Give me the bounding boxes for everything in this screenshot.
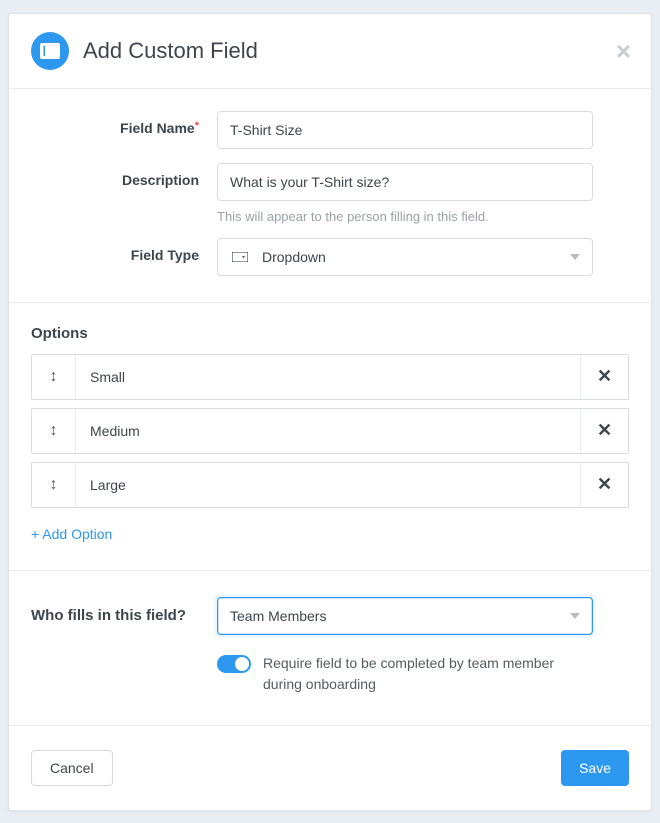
description-helper: This will appear to the person filling i… bbox=[217, 209, 593, 224]
modal-title: Add Custom Field bbox=[83, 38, 616, 64]
options-section: Options ↕ Small ✕ ↕ Medium ✕ ↕ Large ✕ +… bbox=[9, 303, 651, 571]
who-fills-value: Team Members bbox=[230, 608, 570, 624]
chevron-down-icon bbox=[570, 613, 580, 619]
who-fills-label: Who fills in this field? bbox=[31, 597, 217, 695]
modal-footer: Cancel Save bbox=[9, 726, 651, 810]
drag-handle-icon[interactable]: ↕ bbox=[32, 409, 76, 453]
options-heading: Options bbox=[31, 325, 629, 342]
add-option-link[interactable]: + Add Option bbox=[31, 526, 112, 542]
who-fills-select[interactable]: Team Members bbox=[217, 597, 593, 635]
option-row: ↕ Small ✕ bbox=[31, 354, 629, 400]
dropdown-type-icon bbox=[230, 252, 250, 262]
toggle-knob bbox=[235, 657, 249, 671]
option-row: ↕ Large ✕ bbox=[31, 462, 629, 508]
field-type-select[interactable]: Dropdown bbox=[217, 238, 593, 276]
option-text[interactable]: Large bbox=[76, 463, 580, 507]
delete-option-icon[interactable]: ✕ bbox=[580, 409, 628, 453]
field-type-value: Dropdown bbox=[262, 249, 570, 265]
require-toggle[interactable] bbox=[217, 655, 251, 673]
option-row: ↕ Medium ✕ bbox=[31, 408, 629, 454]
description-input[interactable] bbox=[217, 163, 593, 201]
field-name-input[interactable] bbox=[217, 111, 593, 149]
field-type-row: Field Type Dropdown bbox=[31, 238, 629, 276]
option-text[interactable]: Small bbox=[76, 355, 580, 399]
add-custom-field-modal: Add Custom Field × Field Name* Descripti… bbox=[8, 13, 652, 811]
require-toggle-row: Require field to be completed by team me… bbox=[217, 653, 593, 695]
require-toggle-label: Require field to be completed by team me… bbox=[263, 653, 593, 695]
option-text[interactable]: Medium bbox=[76, 409, 580, 453]
drag-handle-icon[interactable]: ↕ bbox=[32, 355, 76, 399]
field-icon bbox=[31, 32, 69, 70]
field-name-row: Field Name* bbox=[31, 111, 629, 149]
description-label: Description bbox=[31, 163, 217, 224]
who-fills-section: Who fills in this field? Team Members Re… bbox=[9, 571, 651, 726]
form-section: Field Name* Description This will appear… bbox=[9, 89, 651, 303]
field-type-label: Field Type bbox=[31, 238, 217, 276]
description-row: Description This will appear to the pers… bbox=[31, 163, 629, 224]
field-name-label: Field Name* bbox=[31, 111, 217, 149]
delete-option-icon[interactable]: ✕ bbox=[580, 463, 628, 507]
close-icon[interactable]: × bbox=[616, 38, 631, 64]
cancel-button[interactable]: Cancel bbox=[31, 750, 113, 786]
drag-handle-icon[interactable]: ↕ bbox=[32, 463, 76, 507]
chevron-down-icon bbox=[570, 254, 580, 260]
delete-option-icon[interactable]: ✕ bbox=[580, 355, 628, 399]
modal-header: Add Custom Field × bbox=[9, 14, 651, 89]
save-button[interactable]: Save bbox=[561, 750, 629, 786]
